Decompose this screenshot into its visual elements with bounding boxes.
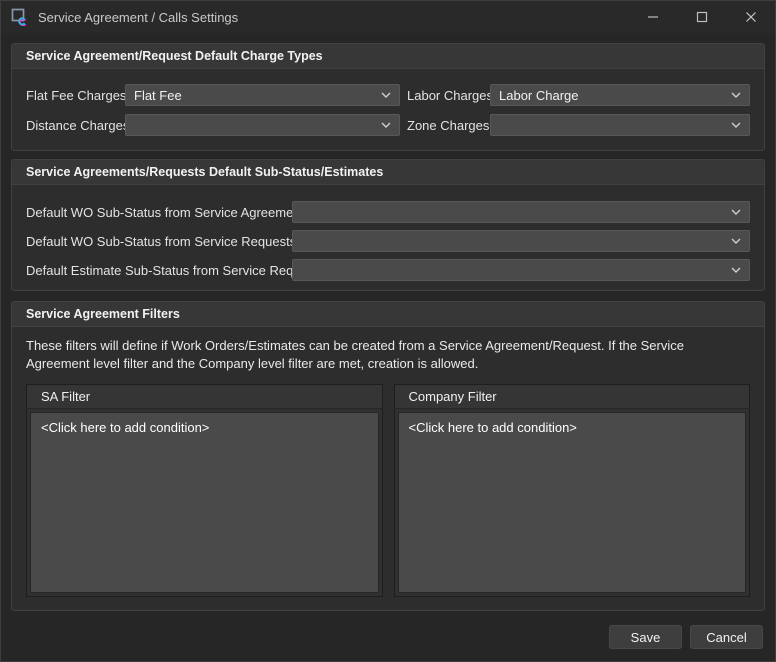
flat-fee-charges-label: Flat Fee Charges:	[26, 88, 125, 103]
sa-filter-condition-area[interactable]: <Click here to add condition>	[30, 412, 379, 593]
minimize-icon	[647, 11, 659, 23]
wo-substatus-agreements-select[interactable]	[292, 201, 750, 223]
cancel-button[interactable]: Cancel	[690, 625, 763, 649]
company-filter-add-condition-link[interactable]: <Click here to add condition>	[409, 420, 577, 435]
maximize-icon	[696, 11, 708, 23]
section-charge-types-header: Service Agreement/Request Default Charge…	[12, 44, 764, 69]
company-filter-title: Company Filter	[395, 385, 750, 409]
chevron-down-icon	[731, 267, 741, 273]
app-logo-icon	[11, 8, 29, 26]
section-sub-status: Service Agreements/Requests Default Sub-…	[11, 159, 765, 291]
close-button[interactable]	[726, 1, 775, 33]
sa-filter-panel: SA Filter <Click here to add condition>	[26, 384, 383, 597]
section-sub-status-header: Service Agreements/Requests Default Sub-…	[12, 160, 764, 185]
window-title: Service Agreement / Calls Settings	[38, 10, 628, 25]
section-filters-header: Service Agreement Filters	[12, 302, 764, 327]
close-icon	[745, 11, 757, 23]
dialog-content: Service Agreement/Request Default Charge…	[1, 33, 775, 611]
sa-filter-title: SA Filter	[27, 385, 382, 409]
wo-substatus-requests-label: Default WO Sub-Status from Service Reque…	[26, 234, 292, 249]
chevron-down-icon	[731, 92, 741, 98]
chevron-down-icon	[381, 92, 391, 98]
sa-filter-add-condition-link[interactable]: <Click here to add condition>	[41, 420, 209, 435]
labor-charges-label: Labor Charges:	[400, 88, 490, 103]
chevron-down-icon	[731, 238, 741, 244]
labor-charges-value: Labor Charge	[499, 88, 725, 103]
estimate-substatus-requests-label: Default Estimate Sub-Status from Service…	[26, 263, 292, 278]
estimate-substatus-requests-select[interactable]	[292, 259, 750, 281]
section-filters-body: These filters will define if Work Orders…	[12, 327, 764, 611]
zone-charges-label: Zone Charges:	[400, 118, 490, 133]
labor-charges-select[interactable]: Labor Charge	[490, 84, 750, 106]
section-sub-status-body: Default WO Sub-Status from Service Agree…	[12, 185, 764, 281]
dialog-footer: Save Cancel	[1, 611, 775, 662]
save-button[interactable]: Save	[609, 625, 682, 649]
chevron-down-icon	[731, 122, 741, 128]
section-charge-types-body: Flat Fee Charges: Flat Fee Labor Charges…	[12, 69, 764, 136]
filters-description: These filters will define if Work Orders…	[26, 337, 750, 373]
minimize-button[interactable]	[628, 1, 677, 33]
chevron-down-icon	[381, 122, 391, 128]
chevron-down-icon	[731, 209, 741, 215]
filter-panels: SA Filter <Click here to add condition> …	[26, 384, 750, 597]
flat-fee-charges-select[interactable]: Flat Fee	[125, 84, 400, 106]
flat-fee-charges-value: Flat Fee	[134, 88, 375, 103]
zone-charges-select[interactable]	[490, 114, 750, 136]
distance-charges-label: Distance Charges:	[26, 118, 125, 133]
maximize-button[interactable]	[677, 1, 726, 33]
section-charge-types: Service Agreement/Request Default Charge…	[11, 43, 765, 151]
settings-dialog: Service Agreement / Calls Settings Servi…	[0, 0, 776, 662]
distance-charges-select[interactable]	[125, 114, 400, 136]
company-filter-panel: Company Filter <Click here to add condit…	[394, 384, 751, 597]
wo-substatus-agreements-label: Default WO Sub-Status from Service Agree…	[26, 205, 292, 220]
titlebar: Service Agreement / Calls Settings	[1, 1, 775, 33]
window-controls	[628, 1, 775, 33]
company-filter-condition-area[interactable]: <Click here to add condition>	[398, 412, 747, 593]
section-filters: Service Agreement Filters These filters …	[11, 301, 765, 611]
wo-substatus-requests-select[interactable]	[292, 230, 750, 252]
